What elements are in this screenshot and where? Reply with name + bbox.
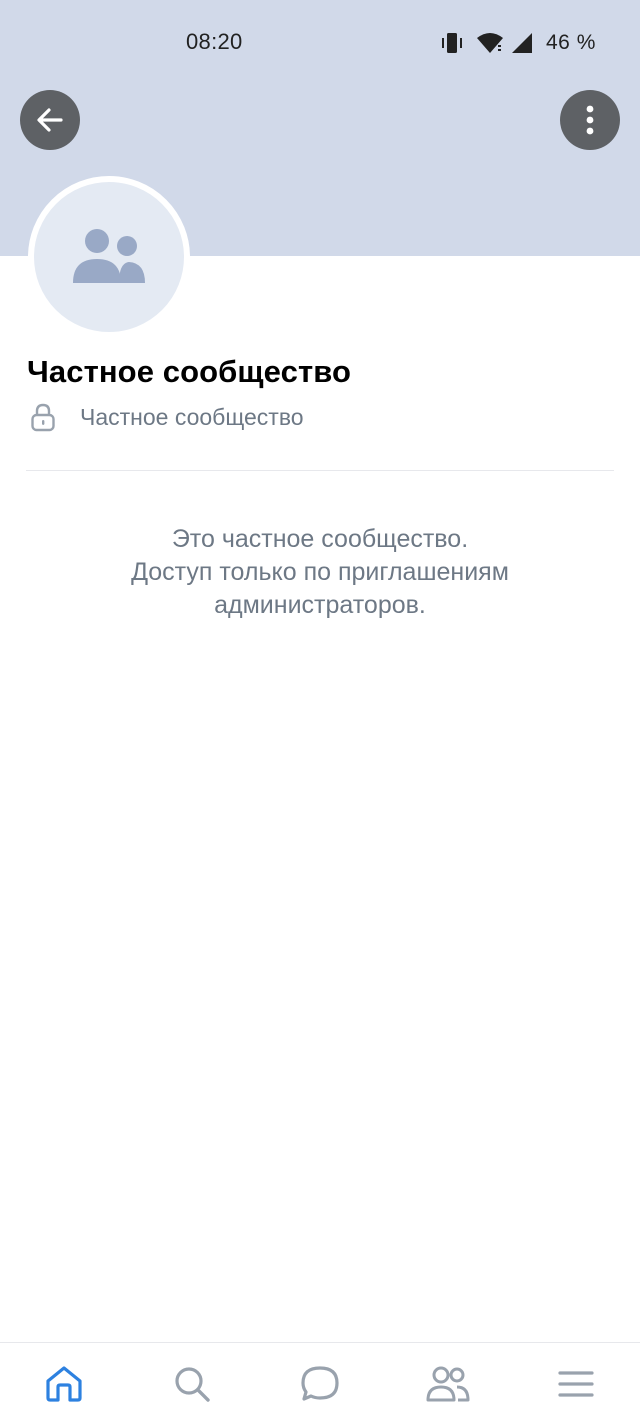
- arrow-left-icon: [37, 108, 63, 132]
- tab-friends[interactable]: [408, 1343, 488, 1423]
- status-icons: 46 %: [440, 30, 596, 56]
- tab-messages[interactable]: [280, 1343, 360, 1423]
- message-line: администраторов.: [214, 591, 426, 619]
- divider: [26, 470, 614, 471]
- vibrate-icon: [442, 33, 462, 53]
- private-community-message: Это частное сообщество. Доступ только по…: [0, 523, 640, 622]
- more-vertical-icon: [586, 105, 594, 135]
- home-icon: [46, 1365, 82, 1402]
- tab-search[interactable]: [152, 1343, 232, 1423]
- messages-icon: [301, 1365, 339, 1401]
- battery-level: 46 %: [546, 31, 596, 54]
- back-button[interactable]: [20, 90, 80, 150]
- community-avatar: [28, 176, 190, 338]
- menu-icon: [558, 1370, 594, 1397]
- search-icon: [175, 1366, 210, 1402]
- message-line: Доступ только по приглашениям: [131, 558, 509, 586]
- users-icon: [73, 229, 145, 283]
- tab-home[interactable]: [24, 1343, 104, 1423]
- signal-icon: [512, 33, 532, 53]
- tab-bar: [0, 1342, 640, 1423]
- community-type-label: Частное сообщество: [80, 404, 304, 430]
- community-title: Частное сообщество: [27, 354, 352, 389]
- friends-icon: [426, 1366, 470, 1401]
- community-screen: 08:20 46 % Частное сообщество Частное со…: [0, 0, 640, 1423]
- status-time: 08:20: [186, 29, 243, 54]
- status-bar: 08:20 46 %: [0, 0, 640, 86]
- more-options-button[interactable]: [560, 90, 620, 150]
- lock-icon: [31, 403, 55, 432]
- tab-menu[interactable]: [536, 1343, 616, 1423]
- message-line: Это частное сообщество.: [171, 525, 469, 553]
- wifi-icon: [477, 33, 503, 53]
